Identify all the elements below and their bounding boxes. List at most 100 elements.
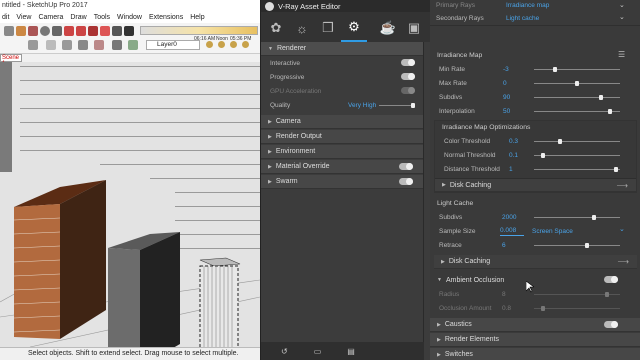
color-threshold-slider[interactable] <box>534 139 620 144</box>
menu-extensions[interactable]: Extensions <box>149 12 183 23</box>
ao-radius-slider[interactable] <box>534 292 620 297</box>
interpolation-value[interactable]: 50 <box>503 108 510 115</box>
settings-icon[interactable]: ⚙ <box>341 14 367 42</box>
camera-section[interactable]: ▶ Camera <box>261 115 423 129</box>
options-menu-icon[interactable]: ☰ <box>618 50 625 59</box>
normal-threshold-value[interactable]: 0.1 <box>509 152 518 159</box>
interactive-toggle[interactable] <box>401 59 415 66</box>
material-override-section[interactable]: ▶ Material Override <box>261 160 423 174</box>
save-icon[interactable]: ▤ <box>347 347 355 356</box>
vray-render-icon[interactable] <box>206 41 213 48</box>
gpu-label: GPU Acceleration <box>270 87 322 95</box>
collapse-arrow-icon: ▼ <box>437 277 442 283</box>
material-override-toggle[interactable] <box>399 163 413 170</box>
normal-threshold-slider[interactable] <box>534 153 620 158</box>
geometry-icon[interactable]: ❒ <box>315 14 341 42</box>
progressive-toggle[interactable] <box>401 73 415 80</box>
max-rate-slider[interactable] <box>534 81 620 86</box>
menu-camera[interactable]: Camera <box>38 12 63 23</box>
swarm-section[interactable]: ▶ Swarm <box>261 175 423 189</box>
ao-radius-value[interactable]: 8 <box>502 291 506 298</box>
sketchup-viewport[interactable] <box>0 62 260 347</box>
switches-section[interactable]: ▶ Switches <box>430 348 640 360</box>
select-tool-icon[interactable] <box>4 26 14 36</box>
menu-tools[interactable]: Tools <box>94 12 110 23</box>
ao-amount-slider[interactable] <box>534 306 620 311</box>
render-elements-section[interactable]: ▶ Render Elements <box>430 333 640 347</box>
render-output-section[interactable]: ▶ Render Output <box>261 130 423 144</box>
zoom-tool-icon[interactable] <box>78 40 88 50</box>
caustics-section[interactable]: ▶ Caustics <box>430 318 640 332</box>
dropdown-arrow-icon[interactable]: ⌄ <box>619 1 625 9</box>
eraser-tool-icon[interactable] <box>16 26 26 36</box>
gpu-toggle[interactable] <box>401 87 415 94</box>
render-elements-icon[interactable]: ✿ <box>263 14 289 42</box>
quality-slider[interactable] <box>379 103 415 108</box>
tape-tool-icon[interactable] <box>124 26 134 36</box>
pan-tool-icon[interactable] <box>62 40 72 50</box>
menu-draw[interactable]: Draw <box>70 12 86 23</box>
min-rate-slider[interactable] <box>534 67 620 72</box>
irradiance-optimizations-box: Irradiance Map Optimizations Color Thres… <box>434 120 637 193</box>
menu-view[interactable]: View <box>16 12 31 23</box>
reset-icon[interactable]: ↺ <box>281 347 288 356</box>
dropdown-arrow-icon[interactable]: ⌄ <box>619 225 625 233</box>
pencil-tool-icon[interactable] <box>28 26 38 36</box>
zoom-extents-icon[interactable] <box>94 40 104 50</box>
orbit-tool-icon[interactable] <box>46 40 56 50</box>
disk-caching-section-2[interactable]: ▶ Disk Caching ⟶ <box>434 255 637 269</box>
offset-tool-icon[interactable] <box>112 26 122 36</box>
sample-size-input[interactable]: 0.008 <box>500 227 524 236</box>
open-icon[interactable]: ▭ <box>314 347 322 356</box>
min-rate-value[interactable]: -3 <box>503 66 509 73</box>
swarm-toggle[interactable] <box>399 178 413 185</box>
teapot-icon[interactable]: ☕ <box>375 14 401 42</box>
dropdown-arrow-icon[interactable]: ⌄ <box>619 13 625 21</box>
menu-window[interactable]: Window <box>117 12 142 23</box>
layer-dropdown[interactable]: Layer0 <box>146 40 200 50</box>
ambient-occlusion-toggle[interactable] <box>604 276 618 283</box>
menu-edit[interactable]: dit <box>2 12 9 23</box>
retrace-slider[interactable] <box>534 243 620 248</box>
section-plane-icon[interactable] <box>112 40 122 50</box>
vray-interactive-icon[interactable] <box>218 41 225 48</box>
shape-tool-icon[interactable] <box>52 26 62 36</box>
ambient-occlusion-header[interactable]: ▼ Ambient Occlusion <box>430 273 640 287</box>
pushpull-tool-icon[interactable] <box>64 26 74 36</box>
renderer-section-header[interactable]: ▼ Renderer <box>261 42 423 56</box>
arc-tool-icon[interactable] <box>40 26 50 36</box>
move-tool-icon[interactable] <box>76 26 86 36</box>
disk-caching-section-1[interactable]: ▶ Disk Caching ⟶ <box>435 178 636 192</box>
scale-tool-icon[interactable] <box>100 26 110 36</box>
paint-tool-icon[interactable] <box>28 40 38 50</box>
material-override-label: Material Override <box>275 163 330 170</box>
vray-sphere-icon[interactable] <box>242 41 249 48</box>
shadow-time-slider[interactable] <box>140 26 258 35</box>
caustics-toggle[interactable] <box>604 321 618 328</box>
expand-arrow-icon: ▶ <box>268 148 272 155</box>
sample-size-mode[interactable]: Screen Space <box>532 228 573 235</box>
vray-light-icon[interactable] <box>230 41 237 48</box>
scene-tab[interactable]: Scene 1 <box>0 54 22 67</box>
lc-subdivs-value[interactable]: 2000 <box>502 214 516 221</box>
interpolation-slider[interactable] <box>534 109 620 114</box>
layer-tool-icon[interactable] <box>128 40 138 50</box>
irr-subdivs-slider[interactable] <box>534 95 620 100</box>
light-icon[interactable]: ☼ <box>289 14 315 42</box>
irr-subdivs-value[interactable]: 90 <box>503 94 510 101</box>
menu-help[interactable]: Help <box>190 12 204 23</box>
lc-subdivs-slider[interactable] <box>534 215 620 220</box>
environment-section[interactable]: ▶ Environment <box>261 145 423 159</box>
distance-threshold-value[interactable]: 1 <box>509 166 513 173</box>
retrace-value[interactable]: 6 <box>502 242 506 249</box>
primary-rays-value[interactable]: Irradiance map <box>506 2 549 9</box>
frame-buffer-icon[interactable]: ▣ <box>401 14 427 42</box>
distance-threshold-slider[interactable] <box>534 167 620 172</box>
max-rate-value[interactable]: 0 <box>503 80 507 87</box>
ao-amount-value[interactable]: 0.8 <box>502 305 511 312</box>
color-threshold-value[interactable]: 0.3 <box>509 138 518 145</box>
secondary-rays-value[interactable]: Light cache <box>506 15 539 22</box>
irr-subdivs-row: Subdivs 90 <box>430 90 640 104</box>
camera-label: Camera <box>275 118 301 125</box>
rotate-tool-icon[interactable] <box>88 26 98 36</box>
